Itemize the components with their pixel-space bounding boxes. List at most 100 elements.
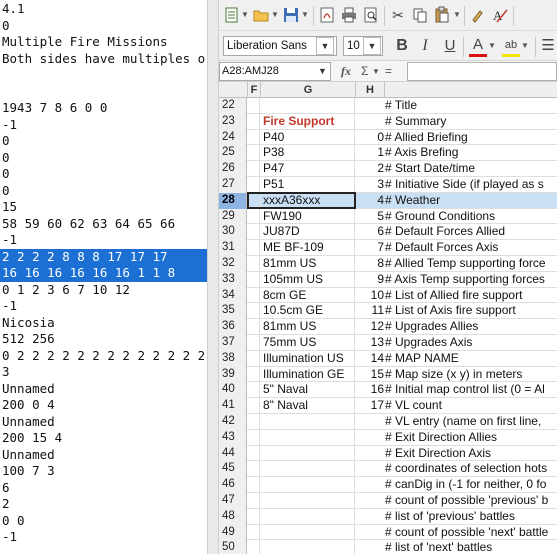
cell-i[interactable]: # MAP NAME: [385, 351, 557, 367]
table-row[interactable]: 46 # canDig in (-1 for neither, 0 fo: [219, 477, 557, 493]
cell-g[interactable]: [261, 98, 355, 114]
row-header[interactable]: 50: [219, 540, 247, 554]
cell-g[interactable]: P38: [261, 145, 355, 162]
cell-f[interactable]: [248, 398, 260, 414]
cell-f[interactable]: [248, 240, 260, 256]
row-header[interactable]: 32: [219, 256, 247, 272]
cell-h[interactable]: 17: [356, 398, 385, 414]
chevron-down-icon[interactable]: ▼: [363, 37, 381, 55]
cell-i[interactable]: # Default Forces Axis: [385, 240, 557, 256]
table-row[interactable]: 36 81mm US 12 # Upgrades Allies: [219, 319, 557, 335]
row-header[interactable]: 38: [219, 350, 247, 367]
cell-i[interactable]: # Allied Briefing: [385, 130, 557, 146]
print-preview-icon[interactable]: [362, 6, 380, 24]
row-header[interactable]: 25: [219, 145, 247, 162]
table-row[interactable]: 27 P51 3 # Initiative Side (if played as s: [219, 177, 557, 193]
cell-i[interactable]: # list of 'previous' battles: [385, 509, 557, 525]
italic-button[interactable]: I: [416, 37, 434, 55]
table-row[interactable]: 24 P40 0 # Allied Briefing: [219, 129, 557, 146]
table-row[interactable]: 23 Fire Support # Summary: [219, 113, 557, 130]
paste-icon[interactable]: [433, 6, 451, 24]
cell-g[interactable]: JU87D: [261, 224, 355, 241]
cell-g[interactable]: ME BF-109: [261, 240, 355, 256]
cell-g[interactable]: Illumination GE: [261, 366, 355, 383]
table-row[interactable]: 34 8cm GE 10 # List of Allied fire support: [219, 287, 557, 304]
cell-g[interactable]: 8cm GE: [261, 287, 355, 304]
table-row[interactable]: 25 P38 1 # Axis Brefing: [219, 145, 557, 162]
cell-g[interactable]: [261, 524, 355, 541]
open-folder-icon[interactable]: [252, 6, 270, 24]
cell-i[interactable]: # List of Axis fire support: [385, 303, 557, 319]
new-document-icon[interactable]: [223, 6, 241, 24]
cell-h[interactable]: [356, 525, 385, 541]
table-row[interactable]: 29 FW190 5 # Ground Conditions: [219, 208, 557, 225]
cell-f[interactable]: [248, 287, 260, 304]
row-header[interactable]: 40: [219, 382, 247, 399]
table-row[interactable]: 48 # list of 'previous' battles: [219, 508, 557, 525]
table-row[interactable]: 40 5" Naval 16 # Initial map control list (…: [219, 382, 557, 399]
cell-i[interactable]: # Map size (x y) in meters: [385, 367, 557, 383]
cell-g[interactable]: [261, 493, 355, 509]
cell-g[interactable]: 105mm US: [261, 271, 355, 288]
cell-g[interactable]: 75mm US: [261, 335, 355, 351]
row-header[interactable]: 45: [219, 461, 247, 478]
cell-i[interactable]: # Ground Conditions: [385, 209, 557, 225]
cell-h[interactable]: 3: [356, 177, 385, 193]
cell-i[interactable]: # list of 'next' battles: [385, 540, 557, 554]
cell-f[interactable]: [248, 224, 260, 241]
row-header[interactable]: 42: [219, 414, 247, 430]
clone-formatting-icon[interactable]: [469, 6, 487, 24]
cell-h[interactable]: [356, 98, 385, 114]
row-header[interactable]: 22: [219, 98, 247, 114]
cell-g[interactable]: 81mm US: [261, 256, 355, 272]
cell-h[interactable]: 2: [356, 161, 385, 177]
cell-f[interactable]: [248, 319, 260, 335]
underline-button[interactable]: U: [441, 37, 459, 55]
clear-formatting-icon[interactable]: A: [491, 6, 509, 24]
cell-h[interactable]: 13: [356, 335, 385, 351]
table-row[interactable]: 49 # count of possible 'next' battle: [219, 524, 557, 541]
row-header[interactable]: 49: [219, 524, 247, 541]
formula-input[interactable]: [407, 62, 557, 81]
cell-f[interactable]: [248, 461, 260, 478]
cell-i[interactable]: # Upgrades Axis: [385, 335, 557, 351]
print-icon[interactable]: [340, 6, 358, 24]
function-wizard-icon[interactable]: fx: [341, 62, 351, 81]
row-header[interactable]: 44: [219, 445, 247, 462]
row-header[interactable]: 36: [219, 319, 247, 335]
cell-f[interactable]: [248, 524, 260, 541]
cell-g[interactable]: P47: [261, 161, 355, 177]
cell-h[interactable]: [356, 540, 385, 554]
cell-h[interactable]: [356, 493, 385, 509]
cell-i[interactable]: # Title: [385, 98, 557, 114]
row-header[interactable]: 27: [219, 177, 247, 193]
cell-h[interactable]: 7: [356, 240, 385, 256]
cell-g[interactable]: [261, 429, 355, 446]
bold-button[interactable]: B: [393, 37, 411, 55]
cell-g[interactable]: P51: [261, 177, 355, 193]
cell-f[interactable]: [248, 508, 260, 525]
row-header[interactable]: 34: [219, 287, 247, 304]
cell-f[interactable]: [248, 493, 260, 509]
cell-g[interactable]: [261, 508, 355, 525]
cell-g[interactable]: [261, 445, 355, 462]
cell-i[interactable]: # Default Forces Allied: [385, 224, 557, 240]
cell-i[interactable]: # VL count: [385, 398, 557, 414]
font-color-dropdown-icon[interactable]: ▼: [488, 40, 496, 52]
cell-h[interactable]: [356, 114, 385, 130]
cell-i[interactable]: # Exit Direction Allies: [385, 430, 557, 446]
column-header-f[interactable]: F: [248, 82, 261, 98]
cell-h[interactable]: [356, 461, 385, 477]
cell-i[interactable]: # Upgrades Allies: [385, 319, 557, 335]
font-color-button[interactable]: A: [469, 37, 487, 57]
cell-i[interactable]: # count of possible 'next' battle: [385, 525, 557, 541]
cell-i[interactable]: # coordinates of selection hots: [385, 461, 557, 477]
cell-h[interactable]: 0: [356, 130, 385, 146]
row-header[interactable]: 26: [219, 161, 247, 177]
highlight-button[interactable]: ab: [502, 37, 520, 57]
cell-g[interactable]: 8" Naval: [261, 398, 355, 414]
save-icon[interactable]: [282, 6, 300, 24]
cell-g[interactable]: FW190: [261, 208, 355, 225]
table-row[interactable]: 35 10.5cm GE 11 # List of Axis fire support: [219, 303, 557, 320]
table-row[interactable]: 31 ME BF-109 7 # Default Forces Axis: [219, 240, 557, 256]
